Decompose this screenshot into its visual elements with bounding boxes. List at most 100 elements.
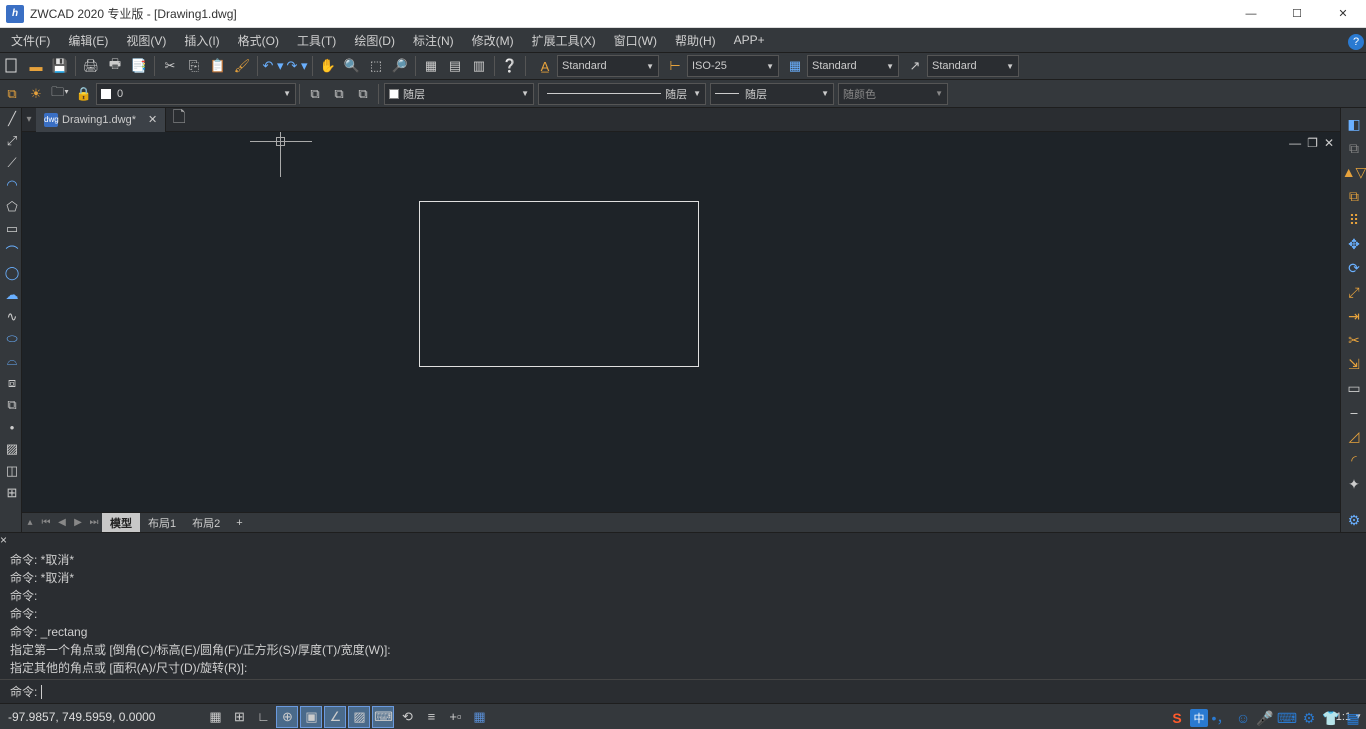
menu-help[interactable]: 帮助(H) xyxy=(666,28,725,52)
chamfer-icon[interactable]: ◿ xyxy=(1342,424,1366,448)
layer-current-dropdown[interactable]: 0 ▼ xyxy=(96,83,296,105)
mleader-style-icon[interactable]: ↗ xyxy=(904,55,926,77)
paste-icon[interactable]: 📋 xyxy=(207,55,229,77)
copy-obj-icon[interactable]: ⧉ xyxy=(1342,136,1366,160)
ime-mic-icon[interactable]: 🎤 xyxy=(1256,709,1274,727)
point-icon[interactable]: • xyxy=(1,416,23,438)
scale-icon[interactable]: ⤢ xyxy=(1342,280,1366,304)
menu-insert[interactable]: 插入(I) xyxy=(175,28,228,52)
move-icon[interactable]: ✥ xyxy=(1342,232,1366,256)
util-icon[interactable]: ⚙ xyxy=(1342,508,1366,532)
polyline-icon[interactable]: ⟋ xyxy=(1,152,23,174)
print-icon[interactable]: 🖨 xyxy=(80,55,102,77)
layout-nav-next[interactable]: ▶ xyxy=(70,517,86,528)
layout-tab-1[interactable]: 布局1 xyxy=(140,513,184,533)
layer-walk-icon[interactable]: ⧉ xyxy=(352,83,374,105)
layer-lock-icon[interactable]: 🔒 xyxy=(73,83,95,105)
grid-toggle[interactable]: ⊞ xyxy=(228,706,250,728)
dim-style-icon[interactable]: ⊢ xyxy=(664,55,686,77)
layout-tab-model[interactable]: 模型 xyxy=(102,513,140,533)
trim-icon[interactable]: ✂ xyxy=(1342,328,1366,352)
ellipse-arc-icon[interactable]: ⌓ xyxy=(1,350,23,372)
model-toggle[interactable]: ≡ xyxy=(420,706,442,728)
layer-manager-icon[interactable]: ⧉ xyxy=(1,83,23,105)
make-block-icon[interactable]: ⧉ xyxy=(1,394,23,416)
ime-punct-icon[interactable]: •， xyxy=(1212,709,1230,727)
document-tab-close[interactable]: ✕ xyxy=(148,113,157,126)
undo-icon[interactable]: ↶ ▾ xyxy=(262,55,284,77)
lwt-toggle[interactable]: ▨ xyxy=(348,706,370,728)
ime-lang-icon[interactable]: 中 xyxy=(1190,709,1208,727)
arc-icon[interactable]: ◠ xyxy=(1,174,23,196)
text-style-dropdown[interactable]: Standard▼ xyxy=(557,55,659,77)
ime-skin-icon[interactable]: 👕 xyxy=(1322,709,1340,727)
tool-palette-icon[interactable]: ▥ xyxy=(468,55,490,77)
drawing-canvas[interactable]: — ❐ ✕ xyxy=(22,132,1340,512)
command-input-line[interactable]: 命令: xyxy=(0,679,1366,703)
open-file-icon[interactable]: ▬ xyxy=(25,55,47,77)
rotate-icon[interactable]: ⟳ xyxy=(1342,256,1366,280)
anno-toggle[interactable]: ▦ xyxy=(468,706,490,728)
window-maximize-button[interactable]: ☐ xyxy=(1274,0,1320,28)
text-style-icon[interactable]: A̲ xyxy=(534,55,556,77)
explode-icon[interactable]: ✦ xyxy=(1342,472,1366,496)
canvas-close-button[interactable]: ✕ xyxy=(1324,136,1334,150)
erase-icon[interactable]: ◧ xyxy=(1342,112,1366,136)
menu-tools[interactable]: 工具(T) xyxy=(288,28,345,52)
menu-view[interactable]: 视图(V) xyxy=(117,28,175,52)
plotstyle-dropdown[interactable]: 随颜色▼ xyxy=(838,83,948,105)
publish-icon[interactable]: 📑 xyxy=(128,55,150,77)
menu-app[interactable]: APP+ xyxy=(725,28,774,52)
qp-toggle[interactable]: +▫ xyxy=(444,706,466,728)
hatch-icon[interactable]: ▨ xyxy=(1,438,23,460)
status-coords[interactable]: -97.9857, 749.5959, 0.0000 xyxy=(0,710,163,724)
layout-nav-first[interactable]: ⏮ xyxy=(38,517,54,528)
layer-iso-icon[interactable]: ⧉ xyxy=(328,83,350,105)
ellipse-icon[interactable]: ⬭ xyxy=(1,328,23,350)
cut-icon[interactable]: ✂ xyxy=(159,55,181,77)
snap-toggle[interactable]: ▦ xyxy=(204,706,226,728)
otrack-toggle[interactable]: ∠ xyxy=(324,706,346,728)
offset-icon[interactable]: ⧉ xyxy=(1342,184,1366,208)
pan-icon[interactable]: ✋ xyxy=(317,55,339,77)
zoom-previous-icon[interactable]: 🔎 xyxy=(389,55,411,77)
menu-modify[interactable]: 修改(M) xyxy=(463,28,523,52)
menu-draw[interactable]: 绘图(D) xyxy=(345,28,404,52)
ime-menu-icon[interactable]: ▦ xyxy=(1344,709,1362,727)
cycle-toggle[interactable]: ⟲ xyxy=(396,706,418,728)
table-icon[interactable]: ⊞ xyxy=(1,482,23,504)
region-icon[interactable]: ◫ xyxy=(1,460,23,482)
zoom-window-icon[interactable]: ⬚ xyxy=(365,55,387,77)
document-tab-active[interactable]: dwg Drawing1.dwg* ✕ xyxy=(36,108,166,132)
menu-edit[interactable]: 编辑(E) xyxy=(59,28,117,52)
layer-filter-icon[interactable]: 🗀▾ xyxy=(49,83,71,105)
insert-block-icon[interactable]: ⧈ xyxy=(1,372,23,394)
menu-express[interactable]: 扩展工具(X) xyxy=(523,28,605,52)
ime-settings-icon[interactable]: ⚙ xyxy=(1300,709,1318,727)
layout-nav-last[interactable]: ⏭ xyxy=(86,517,102,528)
rectangle-icon[interactable]: ▭ xyxy=(1,218,23,240)
mleader-style-dropdown[interactable]: Standard▼ xyxy=(927,55,1019,77)
fillet-icon[interactable]: ◜ xyxy=(1342,448,1366,472)
ortho-toggle[interactable]: ∟ xyxy=(252,706,274,728)
help-icon-tb[interactable]: ❔ xyxy=(499,55,521,77)
drawn-rectangle[interactable] xyxy=(419,201,699,367)
circle-icon[interactable]: ◯ xyxy=(1,262,23,284)
extend-icon[interactable]: ⇲ xyxy=(1342,352,1366,376)
dim-style-dropdown[interactable]: ISO-25▼ xyxy=(687,55,779,77)
polygon-icon[interactable]: ⬠ xyxy=(1,196,23,218)
properties-icon[interactable]: ▦ xyxy=(420,55,442,77)
menu-file[interactable]: 文件(F) xyxy=(2,28,59,52)
new-file-icon[interactable] xyxy=(1,55,23,77)
layout-tab-add[interactable]: + xyxy=(228,513,250,533)
help-icon[interactable]: ? xyxy=(1348,34,1364,50)
canvas-restore-button[interactable]: ❐ xyxy=(1307,136,1318,150)
osnap-toggle[interactable]: ▣ xyxy=(300,706,322,728)
layout-expand-icon[interactable]: ▴ xyxy=(22,517,38,528)
window-minimize-button[interactable]: — xyxy=(1228,0,1274,28)
canvas-minimize-button[interactable]: — xyxy=(1289,136,1301,150)
command-history[interactable]: 命令: *取消* 命令: *取消* 命令: 命令: 命令: _rectang 指… xyxy=(0,547,1366,679)
array-icon[interactable]: ⠿ xyxy=(1342,208,1366,232)
new-document-tab[interactable]: 🗋 xyxy=(168,109,190,131)
linetype-dropdown[interactable]: 随层▼ xyxy=(538,83,706,105)
